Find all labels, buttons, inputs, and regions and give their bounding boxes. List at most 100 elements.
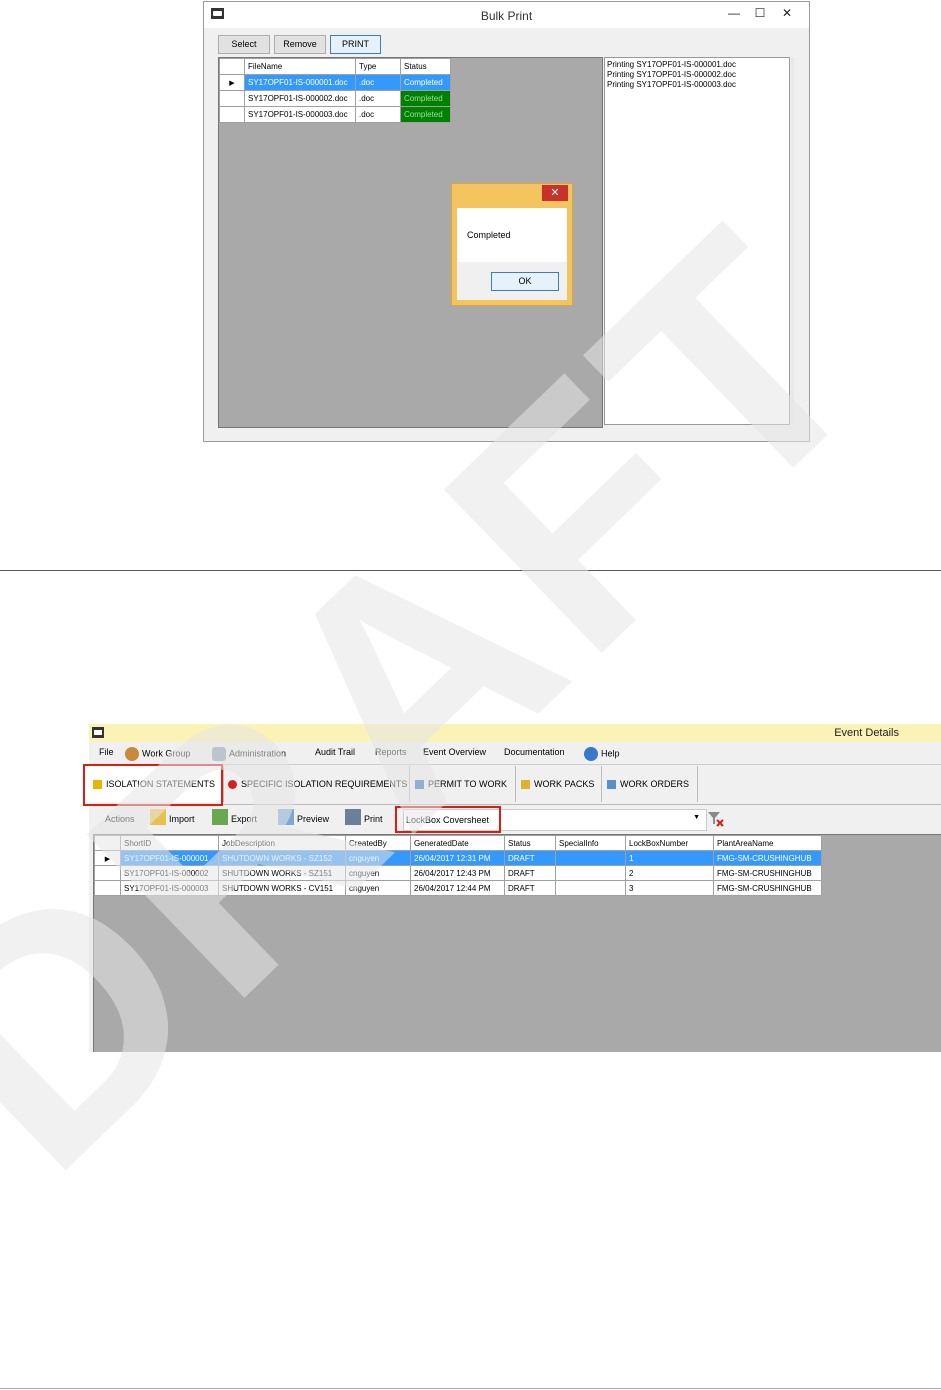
table-cell[interactable]: FMG-SM-CRUSHINGHUB	[713, 850, 822, 866]
table-cell[interactable]: 26/04/2017 12:31 PM	[410, 850, 505, 866]
menu-work-group[interactable]: Work Group	[125, 747, 190, 761]
menu-reports[interactable]: Reports	[375, 747, 407, 757]
column-header[interactable]: Type	[355, 58, 401, 75]
print-log[interactable]: Printing SY17OPF01-IS-000001.doc Printin…	[604, 57, 790, 425]
column-header[interactable]: Status	[504, 835, 556, 851]
menu-help[interactable]: Help	[584, 747, 620, 761]
window-title: Event Details	[834, 727, 899, 739]
status-cell[interactable]: Completed	[400, 74, 451, 91]
menu-administration[interactable]: Administration	[212, 747, 286, 761]
table-cell[interactable]: DRAFT	[504, 865, 556, 881]
menu-audit-trail[interactable]: Audit Trail	[315, 747, 355, 757]
file-cell[interactable]: SY17OPF01-IS-000002.doc	[244, 90, 356, 107]
table-cell[interactable]	[555, 850, 626, 866]
table-cell[interactable]: 26/04/2017 12:44 PM	[410, 880, 505, 896]
maximize-icon[interactable]: ☐	[747, 4, 773, 22]
dialog-message: Completed	[467, 230, 511, 240]
file-table: FileName Type Status ▶ SY17OPF01-IS-0000…	[219, 58, 451, 123]
table-row[interactable]: SY17OPF01-IS-000003.doc .doc Completed	[219, 106, 451, 123]
tab-label: PERMIT TO WORK	[428, 779, 508, 789]
type-cell[interactable]: .doc	[355, 90, 401, 107]
menu-file[interactable]: File	[99, 747, 114, 757]
table-header-row: FileName Type Status	[219, 58, 451, 75]
column-header[interactable]: GeneratedDate	[410, 835, 505, 851]
table-cell[interactable]: cnguyen	[345, 865, 411, 881]
tab-work-orders[interactable]: WORK ORDERS	[603, 766, 698, 802]
table-row[interactable]: SY17OPF01-IS-000002.doc .doc Completed	[219, 90, 451, 107]
document-icon	[607, 780, 616, 790]
table-cell[interactable]: SHUTDOWN WORKS - SZ152	[218, 850, 346, 866]
event-details-titlebar[interactable]: Event Details	[89, 724, 941, 742]
table-cell[interactable]	[555, 880, 626, 896]
remove-button[interactable]: Remove	[274, 35, 326, 54]
select-button[interactable]: Select	[218, 35, 270, 54]
minimize-icon[interactable]: —	[721, 4, 747, 22]
export-icon	[212, 808, 228, 825]
row-header	[94, 865, 121, 881]
close-icon[interactable]: ✕	[542, 185, 568, 201]
status-cell[interactable]: Completed	[400, 106, 451, 123]
log-scrollbar[interactable]	[791, 57, 794, 425]
current-row-arrow-icon: ▶	[94, 850, 121, 866]
table-row[interactable]: ▶ SY17OPF01-IS-000001.doc .doc Completed	[219, 74, 451, 91]
isolation-statements-table: ShortID JobDescription CreatedBy Generat…	[94, 835, 822, 896]
preview-button[interactable]: Preview	[278, 808, 329, 825]
print-button[interactable]: Print	[345, 808, 383, 825]
table-cell[interactable]: SY17OPF01-IS-000001	[120, 850, 219, 866]
column-header[interactable]: FileName	[244, 58, 356, 75]
table-cell[interactable]: FMG-SM-CRUSHINGHUB	[713, 865, 822, 881]
column-header[interactable]: ShortID	[120, 835, 219, 851]
export-button[interactable]: Export	[212, 808, 257, 825]
column-header[interactable]: LockBoxNumber	[625, 835, 714, 851]
column-header[interactable]: Status	[400, 58, 451, 75]
row-header-corner	[219, 58, 245, 75]
file-cell[interactable]: SY17OPF01-IS-000003.doc	[244, 106, 356, 123]
table-cell[interactable]: 1	[625, 850, 714, 866]
dialog-body: Completed	[457, 208, 567, 262]
column-header[interactable]: JobDescription	[218, 835, 346, 851]
table-cell[interactable]: DRAFT	[504, 850, 556, 866]
table-cell[interactable]: 26/04/2017 12:43 PM	[410, 865, 505, 881]
table-cell[interactable]: SHUTDOWN WORKS - CV151	[218, 880, 346, 896]
table-cell[interactable]: DRAFT	[504, 880, 556, 896]
status-cell[interactable]: Completed	[400, 90, 451, 107]
menu-label: Help	[601, 748, 620, 759]
import-button[interactable]: Import	[150, 808, 195, 825]
menu-documentation[interactable]: Documentation	[504, 747, 565, 757]
column-header[interactable]: PlantAreaName	[713, 835, 822, 851]
table-cell[interactable]: 3	[625, 880, 714, 896]
highlight-isolation-statements-tab	[83, 764, 223, 806]
chevron-down-icon[interactable]: ▼	[693, 814, 700, 821]
tab-work-packs[interactable]: WORK PACKS	[517, 766, 602, 802]
tab-permit-to-work[interactable]: PERMIT TO WORK	[411, 766, 516, 802]
print-button[interactable]: PRINT	[330, 35, 381, 54]
table-cell[interactable]: cnguyen	[345, 850, 411, 866]
table-cell[interactable]	[555, 865, 626, 881]
menu-label: Work Group	[142, 748, 191, 759]
app-icon	[92, 727, 104, 738]
file-cell[interactable]: SY17OPF01-IS-000001.doc	[244, 74, 356, 91]
clear-filter-icon[interactable]	[707, 810, 725, 828]
ok-button[interactable]: OK	[491, 272, 559, 291]
tab-specific-isolation-requirements[interactable]: SPECIFIC ISOLATION REQUIREMENTS	[224, 766, 410, 802]
close-icon[interactable]: ✕	[773, 4, 801, 22]
actions-label: Actions	[105, 814, 135, 824]
type-cell[interactable]: .doc	[355, 106, 401, 123]
table-cell[interactable]: SY17OPF01-IS-000002	[120, 865, 219, 881]
bulk-print-titlebar[interactable]: Bulk Print — ☐ ✕	[204, 2, 809, 28]
column-header[interactable]: CreatedBy	[345, 835, 411, 851]
row-header	[219, 106, 245, 123]
printer-icon	[345, 808, 361, 825]
column-header[interactable]: SpecialInfo	[555, 835, 626, 851]
table-row[interactable]: SY17OPF01-IS-000002 SHUTDOWN WORKS - SZ1…	[94, 865, 822, 881]
type-cell[interactable]: .doc	[355, 74, 401, 91]
table-cell[interactable]: cnguyen	[345, 880, 411, 896]
table-cell[interactable]: 2	[625, 865, 714, 881]
table-cell[interactable]: SY17OPF01-IS-000003	[120, 880, 219, 896]
menu-event-overview[interactable]: Event Overview	[423, 747, 486, 757]
table-cell[interactable]: SHUTDOWN WORKS - SZ151	[218, 865, 346, 881]
table-row[interactable]: SY17OPF01-IS-000003 SHUTDOWN WORKS - CV1…	[94, 880, 822, 896]
table-cell[interactable]: FMG-SM-CRUSHINGHUB	[713, 880, 822, 896]
isolation-statements-grid[interactable]: ShortID JobDescription CreatedBy Generat…	[93, 834, 941, 1052]
table-row[interactable]: ▶ SY17OPF01-IS-000001 SHUTDOWN WORKS - S…	[94, 850, 822, 866]
